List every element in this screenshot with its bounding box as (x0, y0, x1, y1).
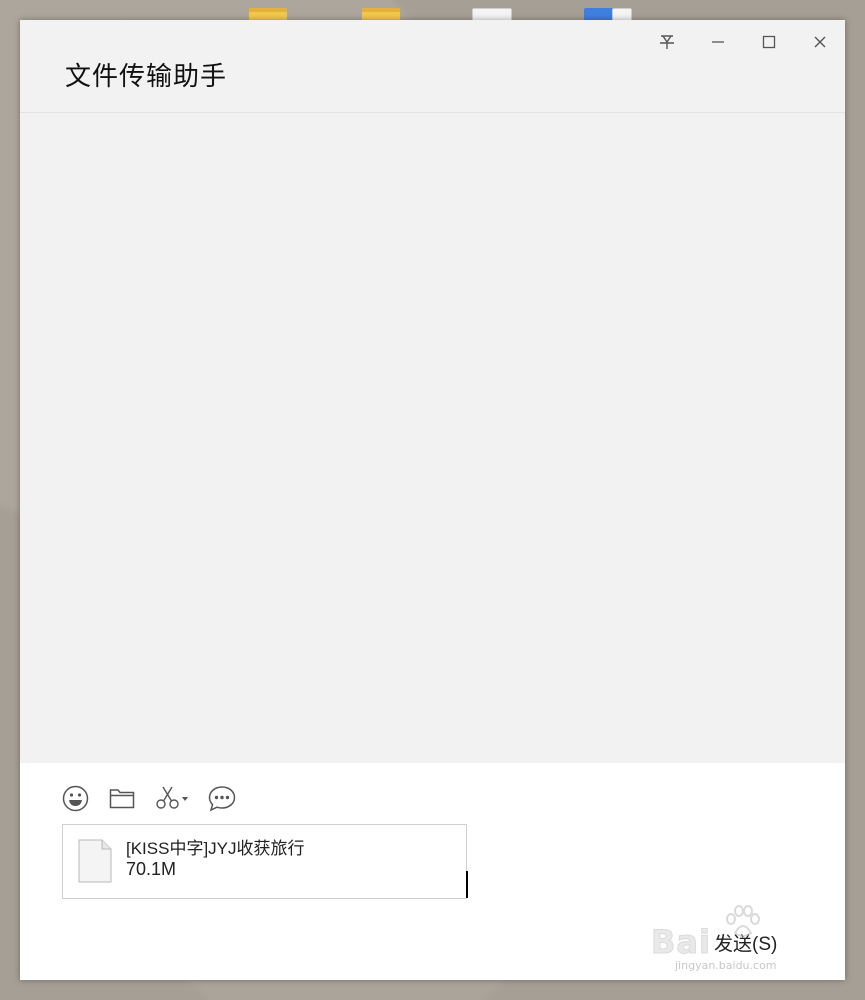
maximize-button[interactable] (749, 28, 789, 56)
maximize-icon (762, 35, 776, 49)
file-size: 70.1M (126, 859, 177, 879)
minimize-button[interactable] (698, 28, 738, 56)
file-name: [KISS中字]JYJ收获旅行 (126, 839, 305, 858)
minimize-icon (712, 41, 724, 43)
send-button[interactable]: 发送(S) (714, 929, 777, 956)
chat-window: 文件传输助手 [KISS中字]JYJ收获旅行 70.1M 发送(S) (20, 20, 845, 980)
chat-history-icon (208, 785, 236, 811)
screenshot-button[interactable] (153, 781, 193, 815)
text-cursor (466, 871, 468, 898)
folder-icon (109, 789, 135, 809)
file-icon (78, 839, 112, 883)
close-icon (814, 36, 826, 48)
pin-icon (660, 35, 674, 49)
emoji-button[interactable] (60, 781, 90, 815)
title-bar: 文件传输助手 (20, 20, 845, 113)
close-button[interactable] (800, 28, 840, 56)
emoji-icon (62, 785, 88, 811)
input-area[interactable]: [KISS中字]JYJ收获旅行 70.1M 发送(S) (20, 763, 845, 980)
scissors-icon (156, 786, 188, 809)
send-file-button[interactable] (107, 781, 137, 815)
pin-button[interactable] (647, 28, 687, 56)
file-attachment[interactable]: [KISS中字]JYJ收获旅行 70.1M (62, 824, 467, 899)
message-list[interactable] (20, 113, 845, 763)
chat-history-button[interactable] (207, 781, 237, 815)
chat-title: 文件传输助手 (65, 62, 228, 92)
